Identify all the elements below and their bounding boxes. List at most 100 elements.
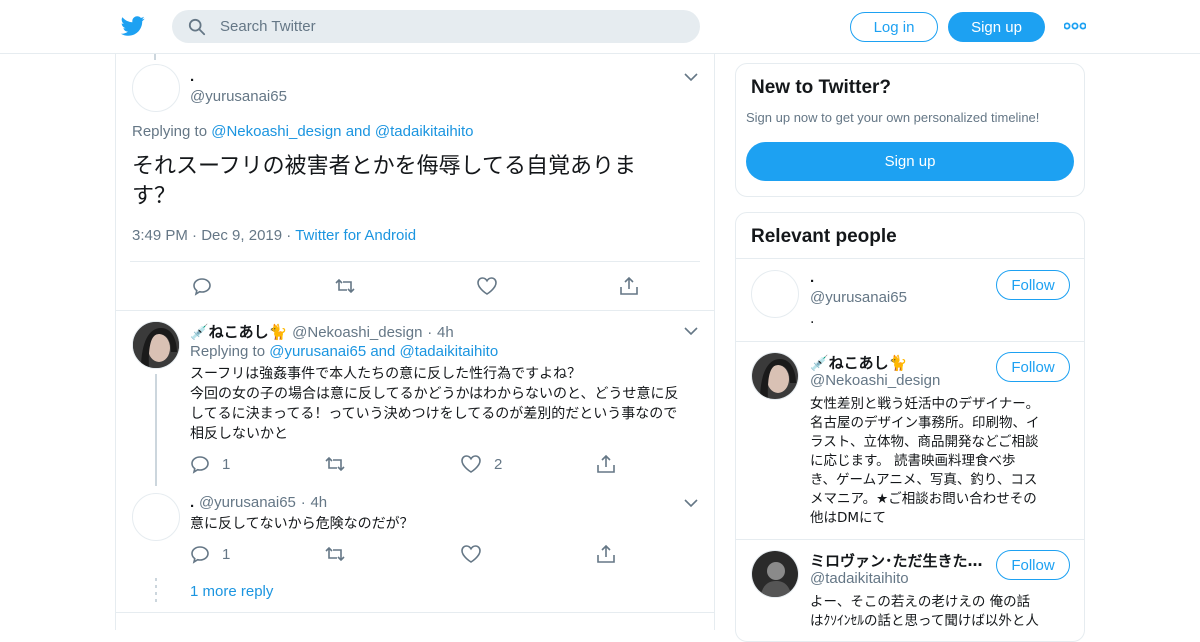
avatar-photo (133, 322, 179, 368)
person-handle[interactable]: @tadaikitaihito (810, 570, 909, 587)
reply-text: 意に反してないから危険なのだが？ (190, 516, 414, 532)
avatar[interactable] (751, 550, 799, 598)
share-icon (620, 276, 638, 295)
signup-card-title: New to Twitter? (751, 77, 892, 98)
follow-button[interactable]: Follow (996, 270, 1070, 300)
retweet-button[interactable] (324, 544, 346, 564)
replying-to: Replying to @Nekoashi_design and @tadaik… (132, 123, 474, 140)
mention-link[interactable]: @Nekoashi_design (211, 123, 341, 140)
person-display-name[interactable]: 💉ねこあし🐈 (810, 352, 907, 373)
separator-dot: · (427, 324, 433, 341)
share-button[interactable] (595, 544, 617, 564)
separator-dot: · (286, 227, 296, 244)
show-more-replies-link[interactable]: 1 more reply (190, 583, 273, 600)
reply-button[interactable]: 1 (190, 544, 230, 564)
conversation-column: . @yurusanai65 Replying to @Nekoashi_des… (115, 54, 715, 630)
share-button[interactable] (595, 454, 617, 474)
top-navigation-bar: Log in Sign up (0, 0, 1200, 54)
avatar[interactable] (751, 352, 799, 400)
retweet-icon (335, 278, 355, 294)
author-display-name[interactable]: . (190, 68, 194, 85)
author-display-name[interactable]: . (190, 494, 194, 511)
mention-link[interactable]: @tadaikitaihito (400, 343, 499, 360)
reply-count: 1 (222, 545, 231, 563)
replying-and[interactable]: and (346, 123, 371, 140)
thread-dotted-line (155, 578, 157, 604)
mention-link[interactable]: @tadaikitaihito (375, 123, 474, 140)
separator-dot: · (300, 494, 306, 511)
share-button[interactable] (618, 276, 640, 296)
heart-icon (461, 545, 481, 563)
thread-connector-line (155, 374, 157, 486)
avatar[interactable] (132, 64, 180, 112)
person-display-name[interactable]: ミロヴァン･ただ生きた… (810, 550, 983, 571)
reply-icon (191, 546, 209, 564)
retweet-button[interactable] (324, 454, 346, 474)
signup-card-subtitle: Sign up now to get your own personalized… (746, 110, 1040, 125)
avatar[interactable] (132, 321, 180, 369)
replying-prefix: Replying to (190, 343, 266, 360)
reply-button[interactable]: 1 (190, 454, 230, 474)
replying-to: Replying to @yurusanai65 and @tadaikitai… (190, 343, 498, 360)
tweet-timestamp-row: 3:49 PM · Dec 9, 2019 · Twitter for Andr… (132, 227, 416, 244)
person-handle[interactable]: @Nekoashi_design (810, 372, 940, 389)
replying-and[interactable]: and (370, 343, 395, 360)
person-display-name[interactable]: . (810, 269, 814, 286)
person-handle[interactable]: @yurusanai65 (810, 289, 907, 306)
reply-button[interactable] (192, 276, 212, 296)
chevron-down-icon[interactable] (684, 72, 698, 82)
reply-age[interactable]: 4h (310, 494, 327, 511)
person-item[interactable]: . @yurusanai65 . Follow (736, 258, 1084, 341)
author-display-name[interactable]: 💉ねこあし🐈 (190, 323, 287, 341)
tweet-source-link[interactable]: Twitter for Android (295, 227, 416, 244)
more-options-icon[interactable] (1064, 20, 1086, 32)
login-button[interactable]: Log in (850, 12, 938, 42)
tweet-date[interactable]: Dec 9, 2019 (201, 227, 282, 244)
twitter-bird-logo-icon[interactable] (120, 14, 146, 38)
person-bio: . (810, 311, 815, 327)
author-handle[interactable]: @yurusanai65 (199, 494, 296, 511)
reply-icon (191, 456, 209, 474)
divider (116, 310, 714, 311)
replying-prefix: Replying to (132, 123, 208, 140)
heart-icon (461, 455, 481, 473)
thread-connector-line (154, 54, 156, 60)
follow-button[interactable]: Follow (996, 550, 1070, 580)
heart-icon (477, 277, 497, 295)
divider (130, 261, 700, 262)
avatar[interactable] (132, 493, 180, 541)
author-handle[interactable]: @Nekoashi_design (292, 324, 422, 341)
sidebar-signup-button[interactable]: Sign up (746, 142, 1074, 181)
reply-icon (193, 278, 211, 296)
person-item[interactable]: 💉ねこあし🐈 @Nekoashi_design 女性差別と戦う妊活中のデザイナー… (736, 341, 1084, 539)
mention-link[interactable]: @yurusanai65 (269, 343, 366, 360)
like-button[interactable] (476, 276, 498, 296)
search-input[interactable] (220, 10, 680, 43)
like-button[interactable] (460, 544, 482, 564)
reply-header: . @yurusanai65 · 4h (190, 493, 327, 511)
avatar-photo (752, 551, 798, 597)
separator-dot: · (192, 227, 202, 244)
avatar-photo (752, 353, 798, 399)
author-handle[interactable]: @yurusanai65 (190, 88, 287, 105)
share-icon (597, 544, 615, 563)
retweet-button[interactable] (334, 276, 356, 296)
person-item[interactable]: ミロヴァン･ただ生きた… @tadaikitaihito よー、そこの若えの老け… (736, 539, 1084, 641)
follow-button[interactable]: Follow (996, 352, 1070, 382)
search-box[interactable] (172, 10, 700, 43)
search-icon (188, 18, 206, 36)
reply-age[interactable]: 4h (437, 324, 454, 341)
relevant-people-title: Relevant people (751, 226, 897, 247)
signup-button[interactable]: Sign up (948, 12, 1045, 42)
chevron-down-icon[interactable] (684, 498, 698, 508)
share-icon (597, 454, 615, 473)
avatar[interactable] (751, 270, 799, 318)
tweet-text: それスーフリの被害者とかを侮辱してる自覚ありま す？ (132, 154, 637, 209)
tweet-time[interactable]: 3:49 PM (132, 227, 188, 244)
divider (116, 612, 714, 613)
reply-header: 💉ねこあし🐈 @Nekoashi_design · 4h (190, 321, 454, 342)
like-button[interactable]: 2 (460, 454, 502, 474)
signup-card: New to Twitter? Sign up now to get your … (735, 63, 1085, 197)
person-bio: よー、そこの若えの老けえの 俺の話 はｸｿｲﾝｾﾙの話と思って聞けば以外と人 (810, 594, 1039, 629)
chevron-down-icon[interactable] (684, 326, 698, 336)
